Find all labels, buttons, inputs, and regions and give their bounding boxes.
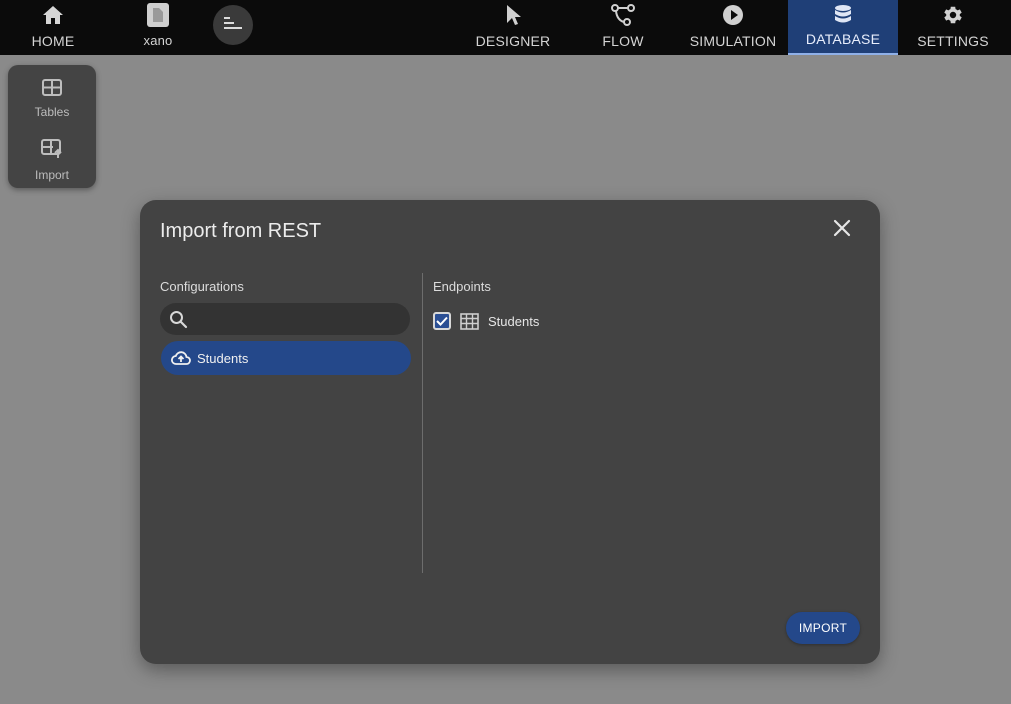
nav-designer-label: DESIGNER (475, 33, 551, 49)
menu-toggle-button[interactable] (213, 5, 253, 45)
cloud-upload-icon (171, 350, 191, 366)
nav-project[interactable]: xano (133, 0, 183, 55)
side-item-tables-label: Tables (34, 105, 70, 119)
nav-settings[interactable]: SETTINGS (910, 0, 996, 55)
endpoint-checkbox[interactable] (433, 312, 451, 330)
nav-settings-label: SETTINGS (917, 33, 989, 49)
table-import-icon (41, 139, 63, 164)
configurations-label: Configurations (160, 279, 244, 294)
table-grid-icon (460, 312, 479, 330)
nav-home-label: HOME (31, 33, 75, 49)
import-rest-dialog: Import from REST Configurations Students… (140, 200, 880, 664)
column-divider (422, 273, 423, 573)
side-item-import-label: Import (34, 168, 69, 182)
configuration-item-label: Students (197, 350, 249, 366)
home-icon (42, 3, 64, 27)
import-button[interactable]: IMPORT (786, 612, 860, 644)
cursor-icon (504, 3, 522, 27)
play-icon (722, 3, 744, 27)
configuration-search (160, 303, 410, 335)
nav-flow[interactable]: FLOW (593, 0, 653, 55)
file-icon (146, 3, 170, 27)
close-icon (833, 219, 851, 242)
search-icon (169, 310, 188, 334)
endpoints-label: Endpoints (433, 279, 491, 294)
dialog-title: Import from REST (160, 220, 322, 242)
nav-database[interactable]: DATABASE (788, 0, 898, 55)
configuration-item[interactable]: Students (161, 341, 411, 375)
endpoint-item-label: Students (488, 313, 540, 329)
nav-simulation[interactable]: SIMULATION (683, 0, 783, 55)
nav-home[interactable]: HOME (23, 0, 83, 55)
nav-database-label: DATABASE (805, 31, 881, 47)
nav-simulation-label: SIMULATION (689, 33, 777, 49)
top-nav-bar: HOME xano DESIGNER FLOW SIMULATION DATAB… (0, 0, 1011, 55)
database-icon (834, 3, 852, 27)
gear-icon (942, 3, 964, 27)
endpoint-item: Students (433, 311, 539, 331)
configuration-search-input[interactable] (196, 303, 401, 335)
menu-lines-icon (223, 16, 243, 35)
close-button[interactable] (830, 218, 854, 242)
side-item-import[interactable]: Import (8, 139, 96, 182)
nav-flow-label: FLOW (602, 33, 644, 49)
nav-project-label: xano (143, 33, 173, 48)
nav-designer[interactable]: DESIGNER (470, 0, 556, 55)
database-side-panel: Tables Import (8, 65, 96, 188)
side-item-tables[interactable]: Tables (8, 79, 96, 119)
table-icon (42, 79, 62, 101)
flow-icon (611, 3, 635, 27)
